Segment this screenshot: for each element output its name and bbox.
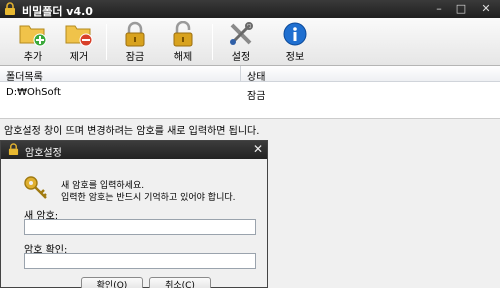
- info-label: 정보: [285, 52, 305, 63]
- tools-icon: [230, 22, 253, 45]
- settings-button[interactable]: 설정: [218, 20, 264, 64]
- settings-label: 설정: [231, 52, 251, 63]
- lock-label: 잠금: [125, 52, 145, 63]
- unlock-button[interactable]: 해제: [160, 20, 206, 64]
- lock-button[interactable]: 잠금: [112, 20, 158, 64]
- folder-status: 잠금: [247, 91, 266, 102]
- folder-remove-icon: [65, 25, 93, 47]
- ok-button[interactable]: 확인(O): [81, 277, 143, 288]
- title-bar: 비밀폴더 v4.0 – □ ✕: [0, 0, 500, 18]
- unlock-icon: [173, 21, 193, 47]
- add-label: 추가: [23, 52, 43, 63]
- maximize-button[interactable]: □: [450, 0, 472, 18]
- folder-add-icon: [19, 25, 47, 47]
- info-button[interactable]: 정보: [272, 20, 318, 64]
- password-dialog: 암호설정 ✕ 새 암호를 입력하세요. 입력한 암호는 반드시 기억하고 있어야…: [0, 140, 268, 288]
- remove-label: 제거: [69, 52, 89, 63]
- instruction-text: 암호설정 창이 뜨며 변경하려는 암호를 새로 입력하면 됩니다.: [4, 126, 260, 137]
- key-icon: [23, 175, 49, 204]
- dialog-title: 암호설정: [25, 148, 62, 159]
- window-title: 비밀폴더 v4.0: [22, 5, 93, 18]
- toolbar: 추가 제거 잠금 해제 설정 정보: [0, 18, 500, 66]
- app-lock-icon: [4, 2, 16, 19]
- folder-list: 폴더목록 상태 D:₩OhSoft 잠금: [0, 66, 500, 118]
- new-password-input[interactable]: [24, 219, 256, 235]
- cancel-button[interactable]: 취소(C): [149, 277, 211, 288]
- dialog-title-bar: 암호설정 ✕: [1, 141, 267, 159]
- dialog-message-line2: 입력한 암호는 반드시 기억하고 있어야 합니다.: [61, 193, 236, 203]
- column-header-status[interactable]: 상태: [247, 68, 265, 83]
- table-row[interactable]: D:₩OhSoft 잠금: [0, 84, 500, 102]
- close-button[interactable]: ✕: [472, 0, 500, 18]
- unlock-label: 해제: [173, 52, 193, 63]
- dialog-lock-icon: [8, 143, 19, 159]
- minimize-button[interactable]: –: [428, 0, 450, 18]
- list-header: 폴더목록 상태: [0, 66, 500, 83]
- folder-path: D:₩OhSoft: [6, 87, 61, 98]
- remove-button[interactable]: 제거: [56, 20, 102, 64]
- dialog-close-button[interactable]: ✕: [253, 142, 263, 156]
- lock-icon: [125, 21, 145, 47]
- column-header-folder[interactable]: 폴더목록: [6, 68, 43, 83]
- add-button[interactable]: 추가: [10, 20, 56, 64]
- confirm-password-input[interactable]: [24, 253, 256, 269]
- info-icon: [283, 22, 307, 46]
